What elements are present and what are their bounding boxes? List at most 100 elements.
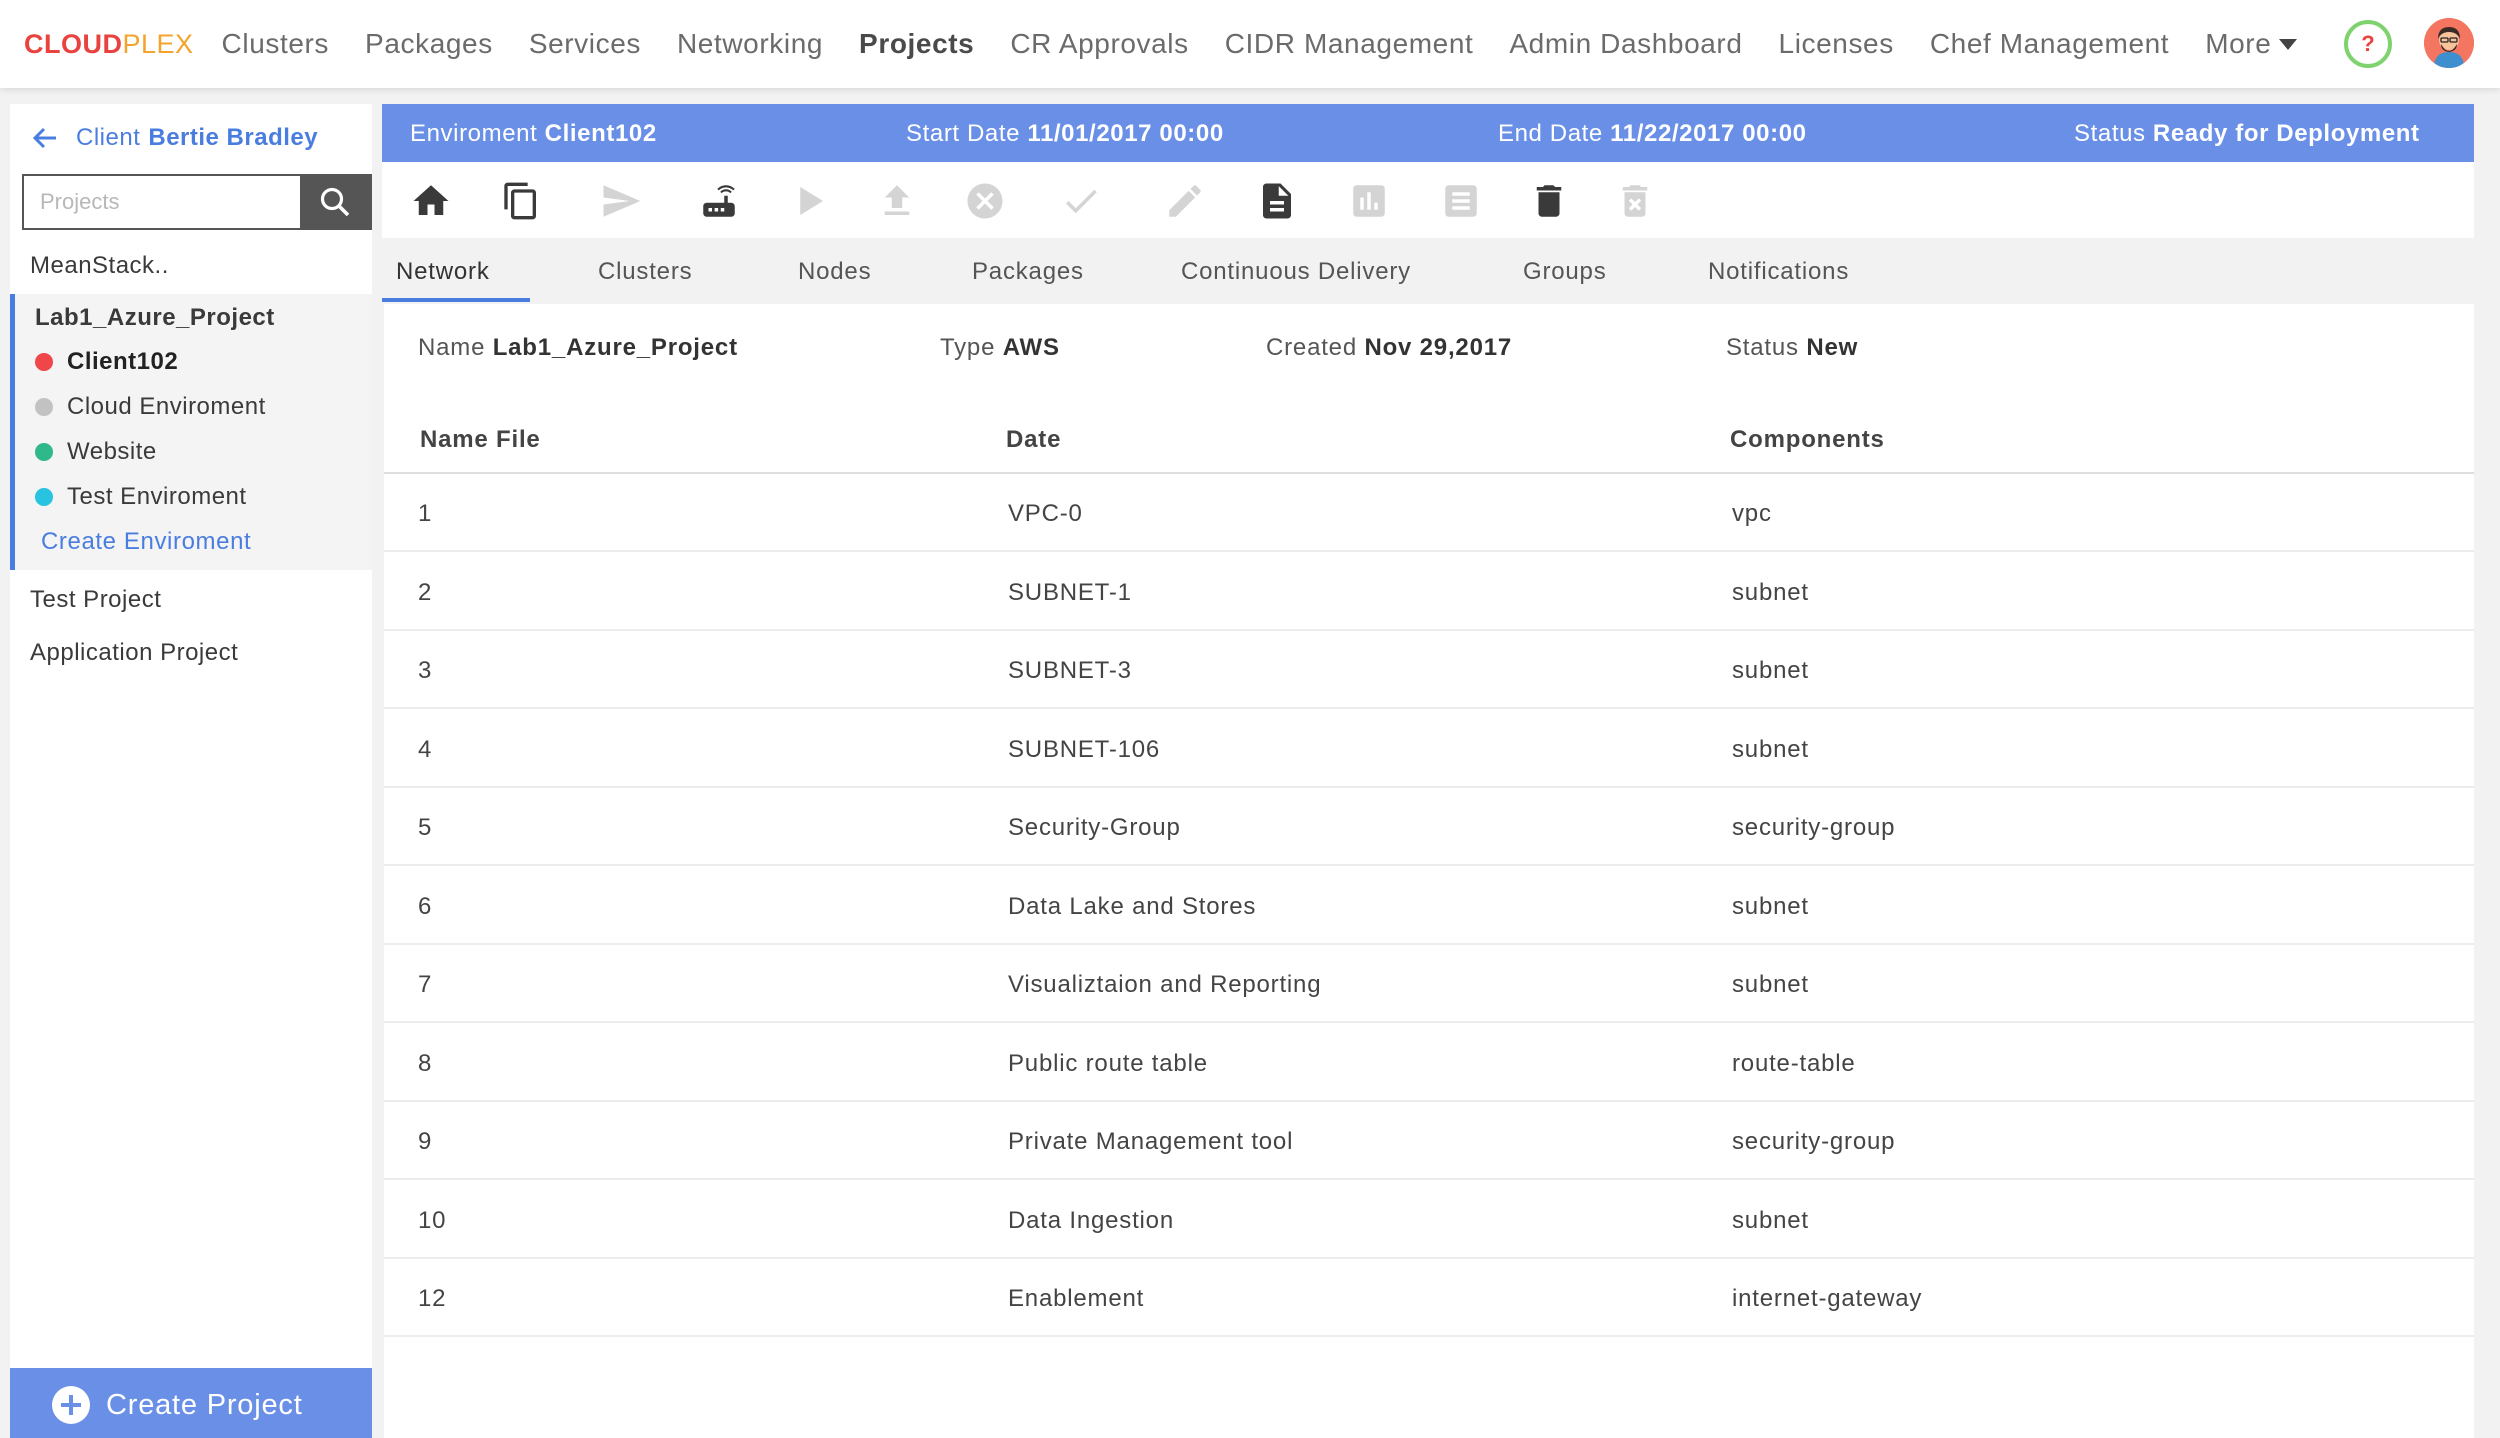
delete-x-icon[interactable]	[1614, 180, 1656, 222]
cell-components: subnet	[1732, 1207, 1809, 1234]
nav-item-networking[interactable]: Networking	[677, 28, 823, 60]
play-icon[interactable]	[788, 180, 830, 222]
status-dot-icon	[35, 488, 53, 506]
cell-date: Enablement	[1008, 1285, 1145, 1312]
environment-label: Test Enviroment	[67, 483, 247, 510]
table-row[interactable]: 5 Security-Group security-group	[384, 788, 2474, 866]
table-row[interactable]: 8 Public route table route-table	[384, 1024, 2474, 1102]
main-menu: Clusters Packages Services Networking Pr…	[194, 28, 2298, 60]
tab-network[interactable]: Network	[396, 258, 490, 286]
nav-item-admin-dashboard[interactable]: Admin Dashboard	[1509, 28, 1742, 60]
create-environment-link[interactable]: Create Enviroment	[41, 528, 251, 556]
search-icon	[320, 187, 350, 217]
project-search-input[interactable]	[24, 176, 300, 228]
nav-item-cr-approvals[interactable]: CR Approvals	[1010, 28, 1188, 60]
cell-name-file: 6	[418, 893, 433, 920]
table-row[interactable]: 9 Private Management tool security-group	[384, 1102, 2474, 1180]
send-icon[interactable]	[600, 180, 642, 222]
cell-date: Private Management tool	[1008, 1128, 1294, 1155]
end-date-value: 11/22/2017 00:00	[1610, 120, 1807, 147]
environment-toolbar	[382, 162, 2474, 238]
project-type-field: Type AWS	[940, 334, 1060, 362]
project-name-value: Lab1_Azure_Project	[492, 334, 738, 361]
cancel-icon[interactable]	[964, 180, 1006, 222]
table-row[interactable]: 10 Data Ingestion subnet	[384, 1181, 2474, 1259]
project-item-meanstack[interactable]: MeanStack..	[30, 252, 169, 280]
list-icon[interactable]	[1440, 180, 1482, 222]
project-status-value: New	[1806, 334, 1859, 361]
start-date-value: 11/01/2017 00:00	[1027, 120, 1224, 147]
top-navigation-bar: CLOUDPLEX Clusters Packages Services Net…	[0, 0, 2500, 88]
start-date-label: Start Date	[906, 120, 1021, 147]
tab-notifications[interactable]: Notifications	[1708, 258, 1849, 286]
tab-clusters[interactable]: Clusters	[598, 258, 692, 286]
cell-date: Data Lake and Stores	[1008, 893, 1257, 920]
project-sidebar: Client Bertie Bradley MeanStack.. Lab1_A…	[10, 104, 372, 1438]
cell-date: SUBNET-1	[1008, 579, 1132, 606]
user-avatar[interactable]	[2424, 18, 2474, 68]
cloudplex-logo[interactable]: CLOUDPLEX	[24, 29, 194, 60]
tab-nodes[interactable]: Nodes	[798, 258, 871, 286]
copy-icon[interactable]	[500, 180, 542, 222]
nav-item-projects[interactable]: Projects	[859, 28, 974, 60]
end-date-field: End Date 11/22/2017 00:00	[1498, 120, 1807, 148]
current-project-title[interactable]: Lab1_Azure_Project	[35, 304, 275, 332]
client-back-link[interactable]: Client Bertie Bradley	[32, 124, 318, 152]
tab-continuous-delivery[interactable]: Continuous Delivery	[1181, 258, 1411, 286]
nav-item-cidr-management[interactable]: CIDR Management	[1225, 28, 1474, 60]
project-item-test-project[interactable]: Test Project	[30, 586, 161, 614]
tab-packages[interactable]: Packages	[972, 258, 1084, 286]
edit-icon[interactable]	[1164, 180, 1206, 222]
environment-item-client102[interactable]: Client102	[35, 348, 178, 376]
environment-label: Cloud Enviroment	[67, 393, 266, 420]
table-row[interactable]: 2 SUBNET-1 subnet	[384, 553, 2474, 631]
create-project-label: Create Project	[106, 1388, 303, 1421]
nav-item-licenses[interactable]: Licenses	[1779, 28, 1894, 60]
cell-name-file: 8	[418, 1050, 433, 1077]
table-row[interactable]: 12 Enablement internet-gateway	[384, 1259, 2474, 1337]
nav-item-clusters[interactable]: Clusters	[222, 28, 330, 60]
question-icon: ?	[2361, 31, 2375, 56]
cell-components: security-group	[1732, 1128, 1896, 1155]
upload-icon[interactable]	[876, 180, 918, 222]
more-menu-button[interactable]: More	[2205, 28, 2298, 60]
column-header-components[interactable]: Components	[1730, 426, 1885, 454]
cell-components: subnet	[1732, 657, 1809, 684]
cell-components: subnet	[1732, 736, 1809, 763]
environment-value: Client102	[544, 120, 657, 147]
table-row[interactable]: 1 VPC-0 vpc	[384, 474, 2474, 552]
environment-item-website[interactable]: Website	[35, 438, 157, 466]
environment-field: Enviroment Client102	[410, 120, 657, 148]
project-item-application-project[interactable]: Application Project	[30, 639, 238, 667]
table-row[interactable]: 3 SUBNET-3 subnet	[384, 631, 2474, 709]
nav-item-packages[interactable]: Packages	[365, 28, 493, 60]
nav-item-chef-management[interactable]: Chef Management	[1930, 28, 2169, 60]
delete-icon[interactable]	[1528, 180, 1570, 222]
document-icon[interactable]	[1256, 180, 1298, 222]
check-icon[interactable]	[1060, 180, 1102, 222]
table-row[interactable]: 6 Data Lake and Stores subnet	[384, 867, 2474, 945]
plus-circle-icon	[52, 1386, 90, 1424]
cell-name-file: 5	[418, 814, 433, 841]
project-status-field: Status New	[1726, 334, 1858, 362]
search-button[interactable]	[300, 176, 370, 228]
chart-icon[interactable]	[1348, 180, 1390, 222]
cell-components: security-group	[1732, 814, 1896, 841]
router-icon[interactable]	[698, 180, 740, 222]
cell-components: subnet	[1732, 971, 1809, 998]
environment-item-test-enviroment[interactable]: Test Enviroment	[35, 483, 247, 511]
column-header-date[interactable]: Date	[1006, 426, 1061, 454]
cell-components: subnet	[1732, 893, 1809, 920]
nav-item-services[interactable]: Services	[529, 28, 641, 60]
table-row[interactable]: 4 SUBNET-106 subnet	[384, 710, 2474, 788]
project-name-field: Name Lab1_Azure_Project	[418, 334, 738, 362]
status-dot-icon	[35, 398, 53, 416]
column-header-name-file[interactable]: Name File	[420, 426, 541, 454]
tab-groups[interactable]: Groups	[1523, 258, 1607, 286]
table-row[interactable]: 7 Visualiztaion and Reporting subnet	[384, 945, 2474, 1023]
environment-item-cloud-enviroment[interactable]: Cloud Enviroment	[35, 393, 266, 421]
help-button[interactable]: ?	[2344, 20, 2392, 68]
home-icon[interactable]	[410, 180, 452, 222]
create-project-button[interactable]: Create Project	[10, 1368, 372, 1438]
cell-date: SUBNET-106	[1008, 736, 1161, 763]
